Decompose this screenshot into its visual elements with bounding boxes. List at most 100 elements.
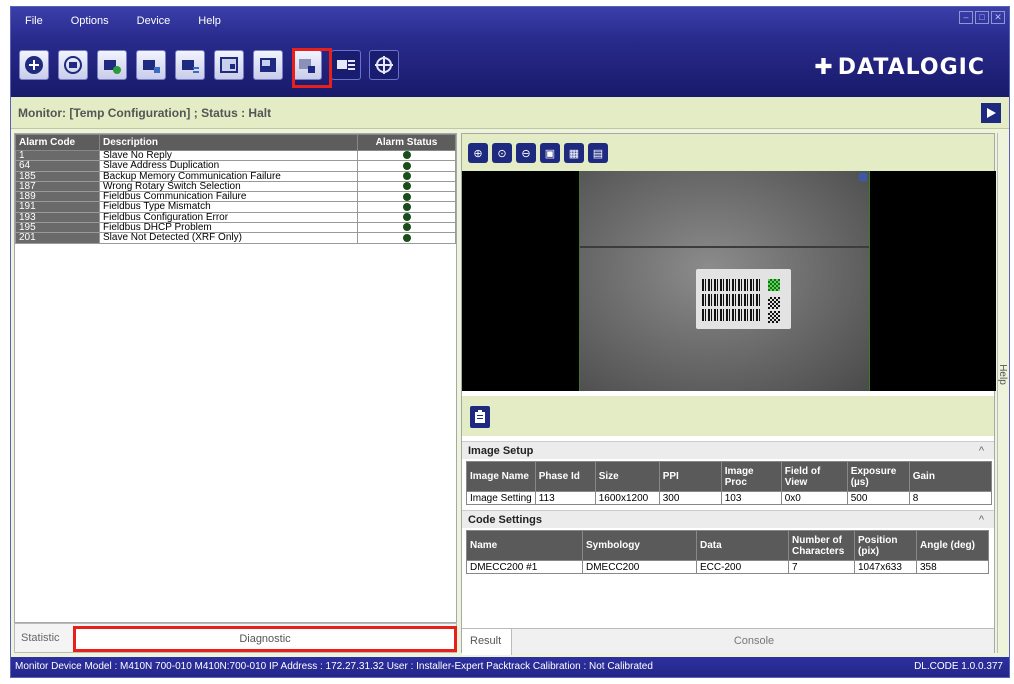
device-discovery-button[interactable]: [58, 50, 88, 80]
alarm-code: 64: [15, 160, 100, 172]
result-toolbar: [462, 396, 994, 436]
add-device-button[interactable]: [97, 50, 127, 80]
save-icon: ▣: [544, 147, 556, 160]
help-label: Help: [996, 364, 1008, 385]
tab-statistic[interactable]: Statistic: [21, 632, 60, 644]
connect-device-button[interactable]: [136, 50, 166, 80]
alarm-description: Fieldbus Configuration Error: [99, 211, 358, 224]
code-settings-table: Name Symbology Data Number of Characters…: [466, 530, 989, 574]
window-controls: – □ ✕: [959, 11, 1005, 24]
save-image-button[interactable]: ▣: [540, 143, 560, 163]
zoom-in-icon: ⊕: [473, 147, 483, 160]
barcode-icon: [702, 279, 762, 291]
image-result-panel: ⊕ ⊙ ⊖ ▣ ▦ ▤ Image Setup ^ Image Name Pha…: [461, 133, 996, 655]
plus-circle-icon: [25, 56, 43, 74]
column-header: PPI: [658, 461, 722, 492]
column-header[interactable]: Alarm Code: [15, 134, 100, 151]
zoom-in-button[interactable]: ⊕: [468, 143, 488, 163]
table-row[interactable]: 185 Backup Memory Communication Failure: [15, 170, 456, 182]
menu-options[interactable]: Options: [57, 15, 123, 27]
status-led-icon: [402, 192, 411, 201]
play-button[interactable]: [981, 103, 1001, 123]
table-row[interactable]: 64 Slave Address Duplication: [15, 160, 456, 172]
collapse-icon[interactable]: ^: [979, 442, 984, 460]
image-toolbar: ⊕ ⊙ ⊖ ▣ ▦ ▤: [462, 134, 994, 172]
play-icon: [987, 108, 996, 118]
tab-diagnostic[interactable]: Diagnostic: [73, 626, 457, 652]
barcode-label: [696, 269, 791, 329]
table-row[interactable]: DMECC200 #1 DMECC200 ECC-200 7 1047x633 …: [466, 560, 989, 574]
menu-file[interactable]: File: [11, 15, 57, 27]
datamatrix-icon: [768, 297, 780, 309]
target-button[interactable]: [369, 50, 399, 80]
tab-result[interactable]: Result: [462, 629, 512, 655]
alarm-code: 193: [15, 211, 100, 224]
image-corner-marker-icon: [859, 173, 867, 181]
image-setup-header[interactable]: Image Setup ^: [462, 441, 994, 459]
table-row[interactable]: 187 Wrong Rotary Switch Selection: [15, 180, 456, 193]
status-led-icon: [402, 182, 411, 191]
grid-icon: ▦: [568, 147, 580, 160]
column-header: Data: [696, 530, 789, 561]
tab-console[interactable]: Console: [512, 629, 996, 655]
alarm-panel: Alarm Code Description Alarm Status 1 Sla…: [14, 133, 457, 623]
table-row[interactable]: 193 Fieldbus Configuration Error: [15, 211, 456, 224]
camera-image-view[interactable]: [462, 171, 996, 391]
image-capture-button[interactable]: [292, 50, 322, 80]
close-button[interactable]: ✕: [991, 11, 1005, 24]
status-bar: Monitor Device Model : M410N 700-010 M41…: [11, 657, 1009, 677]
camera-settings-icon: [337, 60, 355, 70]
zoom-fit-button[interactable]: ⊙: [492, 143, 512, 163]
new-configuration-button[interactable]: [19, 50, 49, 80]
alarm-description: Fieldbus DHCP Problem: [99, 222, 358, 234]
alarm-description: Backup Memory Communication Failure: [99, 170, 358, 182]
column-header: Field of View: [780, 461, 848, 492]
table-row[interactable]: 189 Fieldbus Communication Failure: [15, 191, 456, 203]
menu-help[interactable]: Help: [184, 15, 235, 27]
camera-window-icon: [299, 59, 315, 73]
clipboard-button[interactable]: [470, 406, 490, 428]
column-header[interactable]: Alarm Status: [357, 134, 456, 151]
table-row[interactable]: 191 Fieldbus Type Mismatch: [15, 201, 456, 213]
datamatrix-decoded-icon: [768, 279, 780, 291]
status-led-icon: [402, 151, 411, 160]
table-row[interactable]: 1 Slave No Reply: [15, 149, 456, 162]
maximize-button[interactable]: □: [975, 11, 989, 24]
zoom-out-button[interactable]: ⊖: [516, 143, 536, 163]
minimize-button[interactable]: –: [959, 11, 973, 24]
logo-text: DATALOGIC: [837, 55, 985, 80]
collapse-icon[interactable]: ^: [979, 511, 984, 529]
table-row[interactable]: Image Setting 113 1600x1200 300 103 0x0 …: [466, 491, 992, 505]
column-header: Name: [466, 530, 583, 561]
menu-device[interactable]: Device: [123, 15, 185, 27]
toolbar: ✚ DATALOGIC: [11, 35, 1009, 97]
alarm-table: Alarm Code Description Alarm Status 1 Sla…: [15, 134, 456, 244]
diagnostics-button[interactable]: [253, 50, 283, 80]
status-led-icon: [402, 233, 411, 242]
alarm-code: 191: [15, 201, 100, 213]
column-header[interactable]: Description: [99, 134, 358, 151]
datamatrix-icon: [768, 311, 780, 323]
left-tab-bar: Statistic Diagnostic: [14, 623, 457, 653]
camera-connect-icon: [143, 60, 160, 73]
alarm-description: Slave Address Duplication: [99, 160, 358, 172]
monitor-status-bar: Monitor: [Temp Configuration] ; Status :…: [11, 97, 1009, 129]
logo-mark-icon: ✚: [814, 55, 834, 80]
status-led-icon: [402, 171, 411, 180]
barcode-icon: [702, 309, 762, 321]
window-icon: [220, 57, 238, 73]
settings-button[interactable]: [331, 50, 361, 80]
status-led-icon: [402, 161, 411, 170]
disconnect-device-button[interactable]: [175, 50, 205, 80]
camera-add-icon: [104, 60, 121, 74]
column-header: Image Name: [466, 461, 536, 492]
captured-image: [579, 171, 870, 391]
grid-view-button[interactable]: ▦: [564, 143, 584, 163]
code-settings-header[interactable]: Code Settings ^: [462, 510, 994, 528]
table-row[interactable]: 201 Slave Not Detected (XRF Only): [15, 232, 456, 244]
table-row[interactable]: 195 Fieldbus DHCP Problem: [15, 222, 456, 234]
help-sidebar[interactable]: Help: [996, 133, 1009, 653]
layers-button[interactable]: ▤: [588, 143, 608, 163]
monitor-button[interactable]: [214, 50, 244, 80]
alarm-code: 201: [15, 232, 100, 244]
